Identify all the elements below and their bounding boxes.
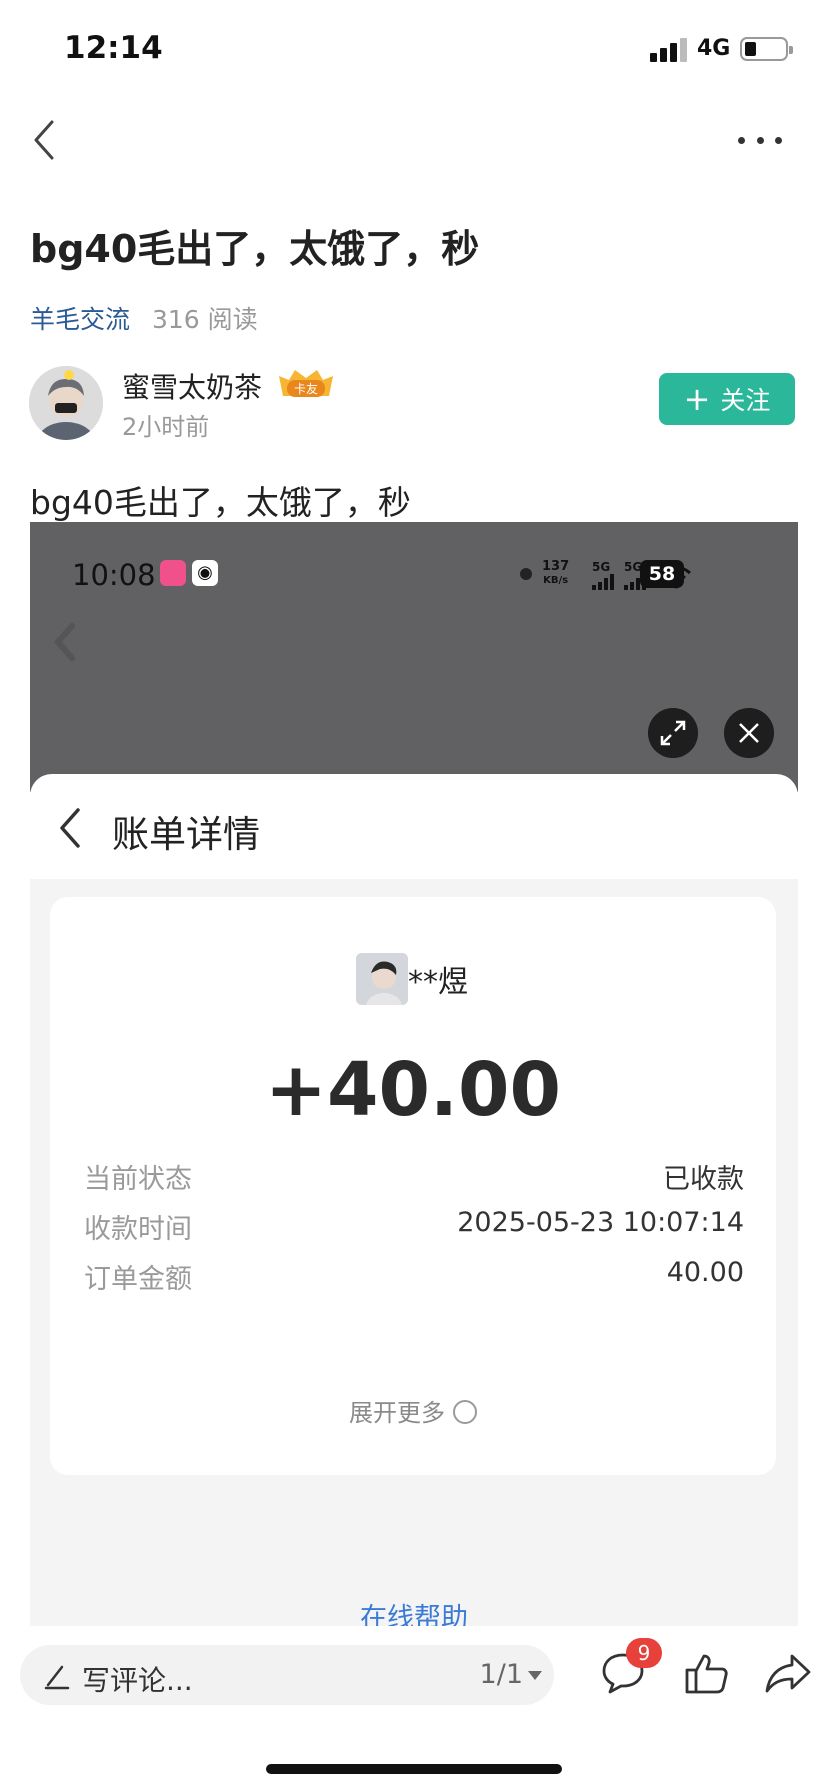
signal-strength-icon bbox=[650, 36, 690, 62]
caret-down-icon bbox=[528, 1671, 542, 1680]
page-indicator-label: 1/1 bbox=[479, 1659, 523, 1690]
card-badge-label: 卡友 bbox=[294, 382, 318, 396]
pen-icon bbox=[44, 1665, 70, 1690]
home-indicator bbox=[266, 1764, 562, 1774]
expand-more: 展开更多 bbox=[50, 1393, 776, 1428]
comment-placeholder: 写评论... bbox=[82, 1664, 193, 1697]
post-meta: 羊毛交流 316 阅读 bbox=[30, 300, 258, 336]
location-icon bbox=[520, 568, 532, 580]
status-time: 12:14 bbox=[64, 30, 163, 66]
author-name[interactable]: 蜜雪太奶茶 bbox=[122, 366, 262, 406]
network-speed: 137 KB/s bbox=[542, 560, 569, 588]
detail-label: 订单金额 bbox=[84, 1264, 192, 1295]
post-time: 2小时前 bbox=[122, 413, 210, 441]
status-bar: 12:14 4G bbox=[0, 0, 828, 100]
close-icon bbox=[724, 708, 774, 758]
network-speed-unit: KB/s bbox=[543, 575, 569, 586]
post-title: bg40毛出了，太饿了，秒 bbox=[30, 227, 480, 271]
comment-count-badge: 9 bbox=[626, 1638, 662, 1668]
app-notification-icon bbox=[160, 560, 186, 586]
bill-sheet-title: 账单详情 bbox=[112, 813, 260, 856]
follow-button[interactable]: + 关注 bbox=[659, 373, 795, 425]
detail-value: 40.00 bbox=[666, 1257, 744, 1288]
comment-input[interactable]: 写评论... 1/1 bbox=[20, 1645, 554, 1705]
image-battery: 58 bbox=[640, 560, 684, 588]
battery-icon bbox=[740, 37, 793, 61]
post-body: bg40毛出了，太饿了，秒 bbox=[30, 483, 411, 522]
detail-value: 2025-05-23 10:07:14 bbox=[457, 1207, 744, 1238]
card-member-badge: 卡友 bbox=[273, 366, 339, 402]
read-count: 316 阅读 bbox=[151, 305, 258, 334]
detail-value: 已收款 bbox=[663, 1164, 744, 1195]
plus-icon: + bbox=[683, 380, 711, 418]
detail-label: 当前状态 bbox=[84, 1164, 192, 1195]
category-link[interactable]: 羊毛交流 bbox=[30, 305, 130, 334]
cell-signal-icon bbox=[592, 574, 618, 590]
chevron-down-icon bbox=[453, 1400, 477, 1424]
image-dim-overlay: 10:08 ◉ 137 KB/s 5G 5G 58 bbox=[30, 522, 798, 792]
image-status-time: 10:08 bbox=[72, 558, 156, 592]
thumbs-up-icon[interactable] bbox=[684, 1650, 730, 1696]
page-indicator[interactable]: 1/1 bbox=[480, 1659, 542, 1690]
detail-label: 收款时间 bbox=[84, 1214, 192, 1245]
payment-amount: +40.00 bbox=[264, 1047, 562, 1133]
back-icon bbox=[60, 808, 80, 848]
back-icon bbox=[54, 623, 75, 661]
post-image[interactable]: 10:08 ◉ 137 KB/s 5G 5G 58 账单详情 **煜 +40.0… bbox=[30, 522, 798, 1626]
payer-avatar bbox=[356, 953, 408, 1005]
share-icon[interactable] bbox=[764, 1650, 812, 1696]
bill-sheet-header: 账单详情 bbox=[30, 774, 798, 879]
network-type: 4G bbox=[697, 36, 731, 61]
online-help-link: 在线帮助 bbox=[360, 1603, 468, 1626]
sig-label-1: 5G bbox=[592, 560, 611, 574]
network-speed-value: 137 bbox=[542, 559, 570, 574]
payer-name: **煜 bbox=[408, 965, 468, 1000]
bill-card: **煜 +40.00 当前状态 已收款 收款时间 2025-05-23 10:0… bbox=[50, 897, 776, 1475]
back-icon[interactable] bbox=[28, 118, 64, 162]
follow-label: 关注 bbox=[720, 386, 771, 415]
more-options-icon[interactable] bbox=[738, 125, 782, 155]
fullscreen-icon bbox=[648, 708, 698, 758]
qq-notification-icon: ◉ bbox=[192, 560, 218, 586]
author-avatar[interactable] bbox=[29, 366, 103, 440]
expand-more-label: 展开更多 bbox=[349, 1399, 445, 1427]
